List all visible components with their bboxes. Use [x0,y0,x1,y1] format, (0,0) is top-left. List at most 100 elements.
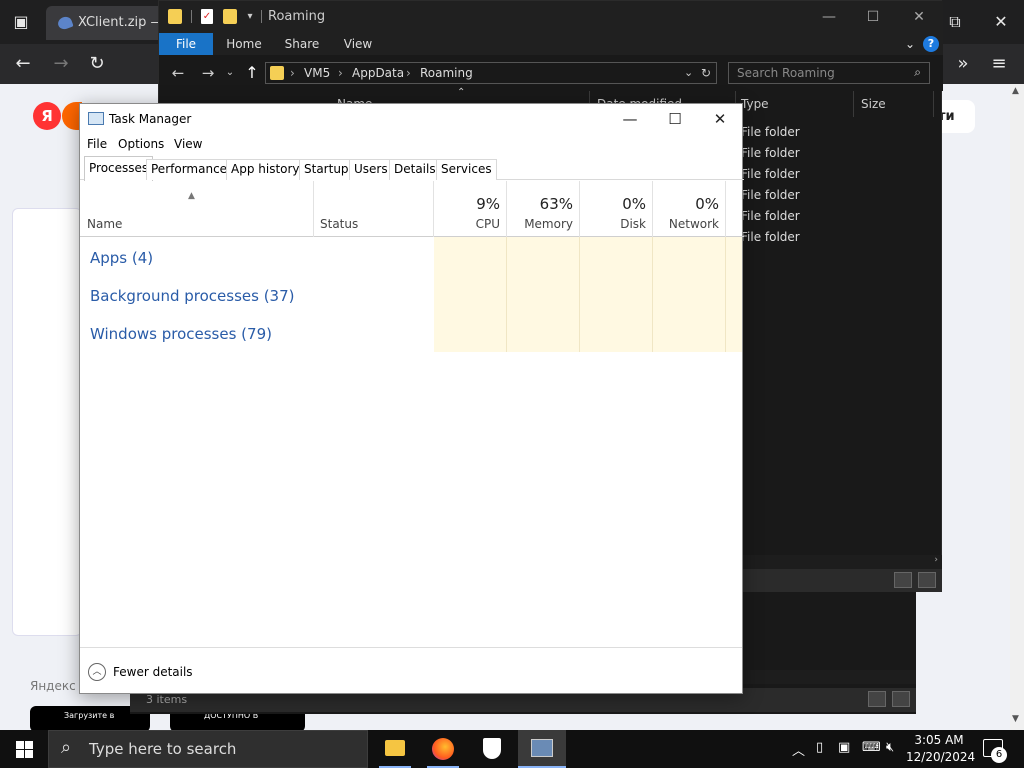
task-manager-icon [88,112,104,125]
file-row-type[interactable]: File folder [741,230,800,244]
maximize-icon[interactable]: ☐ [655,107,695,131]
reload-icon[interactable]: ↻ [86,54,108,74]
maximize-icon[interactable]: ☐ [861,7,885,27]
close-window-icon[interactable]: ✕ [990,12,1012,32]
details-view-icon[interactable] [894,572,912,588]
toolbar-separator [261,10,262,23]
scroll-up-icon[interactable]: ▲ [1012,86,1019,96]
menu-file[interactable]: File [87,137,107,151]
search-input[interactable]: Search Roaming ⌕ [728,62,930,84]
menu-view[interactable]: View [174,137,202,151]
new-folder-icon[interactable] [223,9,237,24]
column-divider[interactable] [853,91,854,117]
tablet-icon[interactable]: ▯ [816,740,823,755]
path-segment[interactable]: AppData [352,66,404,80]
task-manager-window: Task Manager — ☐ ✕ File Options View Pro… [79,103,744,694]
start-button[interactable] [0,730,48,768]
network-icon[interactable]: ⌨ [862,740,881,755]
sort-indicator-icon: ⌃ [457,87,466,98]
file-row-type[interactable]: File folder [741,209,800,223]
path-segment[interactable]: VM5 [304,66,330,80]
volume-muted-icon[interactable]: 🔇︎ [886,740,894,755]
menu-hamburger-icon[interactable]: ≡ [988,54,1010,74]
tab-users[interactable]: Users [349,159,393,180]
properties-icon[interactable]: ✓ [201,9,213,24]
column-cpu[interactable]: 9% CPU [434,181,507,237]
tab-details[interactable]: Details [389,159,441,180]
file-row-type[interactable]: File folder [741,146,800,160]
extensions-chevron-icon[interactable]: » [952,54,974,74]
file-row-type[interactable]: File folder [741,188,800,202]
column-type[interactable]: Type [741,97,769,111]
column-size[interactable]: Size [861,97,886,111]
yandex-logo[interactable]: Я [33,102,61,130]
scroll-right-icon[interactable]: › [934,555,938,565]
minimize-icon[interactable]: — [817,7,841,27]
customize-toolbar-icon[interactable]: ▾ [239,7,261,27]
app-store-badge-text: Загрузите в [64,711,115,720]
scroll-down-icon[interactable]: ▼ [1012,714,1019,724]
restore-window-icon[interactable]: ⧉ [944,12,966,32]
cpu-heat-column [434,237,507,352]
group-apps[interactable]: Apps (4) [90,249,153,267]
address-dropdown-icon[interactable]: ⌄ [684,66,693,79]
path-segment[interactable]: Roaming [420,66,473,80]
column-memory[interactable]: 63% Memory [507,181,580,237]
taskbar-clock[interactable]: 3:05 AM 12/20/2024 [906,732,975,766]
toolbar-separator [191,10,192,23]
tab-startup[interactable]: Startup [299,159,354,180]
column-network[interactable]: 0% Network [653,181,726,237]
menu-options[interactable]: Options [118,137,164,151]
fewer-details-button[interactable]: Fewer details [113,665,193,679]
close-icon[interactable]: ✕ [700,107,740,131]
group-windows-processes[interactable]: Windows processes (79) [90,325,272,343]
ribbon-tab-view[interactable]: View [335,33,381,55]
taskbar-file-explorer[interactable] [371,730,419,768]
browser-tab[interactable]: XClient.zip — Я [46,6,166,40]
process-list: Apps (4) Background processes (37) Windo… [80,237,744,647]
taskbar-search-box[interactable]: ⌕ Type here to search [48,730,368,768]
recent-locations-icon[interactable]: ⌄ [219,63,241,83]
back-arrow-icon[interactable]: ← [12,54,34,74]
ribbon-tab-home[interactable]: Home [221,33,267,55]
tab-services[interactable]: Services [436,159,497,180]
up-arrow-icon[interactable]: ↑ [241,63,263,83]
expand-ribbon-icon[interactable]: ⌄ [899,34,921,54]
column-status[interactable]: Status [314,181,434,237]
taskbar-task-manager[interactable] [518,730,566,768]
tab-app-history[interactable]: App history [226,159,305,180]
tab-performance[interactable]: Performance [146,159,233,180]
large-icons-view-icon[interactable] [892,691,910,707]
file-row-type[interactable]: File folder [741,167,800,181]
details-view-icon[interactable] [868,691,886,707]
help-icon[interactable]: ? [923,36,939,52]
tab-processes[interactable]: Processes [84,156,154,181]
close-icon[interactable]: ✕ [907,7,931,27]
taskbar-firefox[interactable] [419,730,467,768]
column-divider[interactable] [933,91,934,117]
large-icons-view-icon[interactable] [918,572,936,588]
firefox-icon [432,738,454,760]
explorer-title: Roaming [268,9,326,24]
taskbar-security[interactable] [468,730,516,768]
page-scrollbar[interactable]: ▲ ▼ [1010,84,1024,730]
back-icon[interactable]: ← [167,63,189,83]
column-name[interactable]: ▲ Name [80,181,314,237]
group-background-processes[interactable]: Background processes (37) [90,287,295,305]
forward-arrow-icon[interactable]: → [50,54,72,74]
search-placeholder: Search Roaming [737,66,835,80]
overflow-heat-column [726,237,742,352]
minimize-icon[interactable]: — [610,107,650,131]
column-disk[interactable]: 0% Disk [580,181,653,237]
file-row-type[interactable]: File folder [741,125,800,139]
tab-manager-icon[interactable]: ▣ [10,12,32,32]
refresh-icon[interactable]: ↻ [701,66,711,80]
show-hidden-icons-icon[interactable]: ︿ [792,740,805,759]
ribbon-tab-file[interactable]: File [159,33,213,55]
address-bar[interactable]: › VM5 › AppData › Roaming ⌄ ↻ [265,62,717,84]
chevron-up-icon[interactable]: ︿ [88,663,106,681]
ribbon-tab-share[interactable]: Share [279,33,325,55]
tray-app-icon[interactable]: ▣ [838,740,850,755]
forward-icon[interactable]: → [197,63,219,83]
path-separator: › [406,66,411,80]
